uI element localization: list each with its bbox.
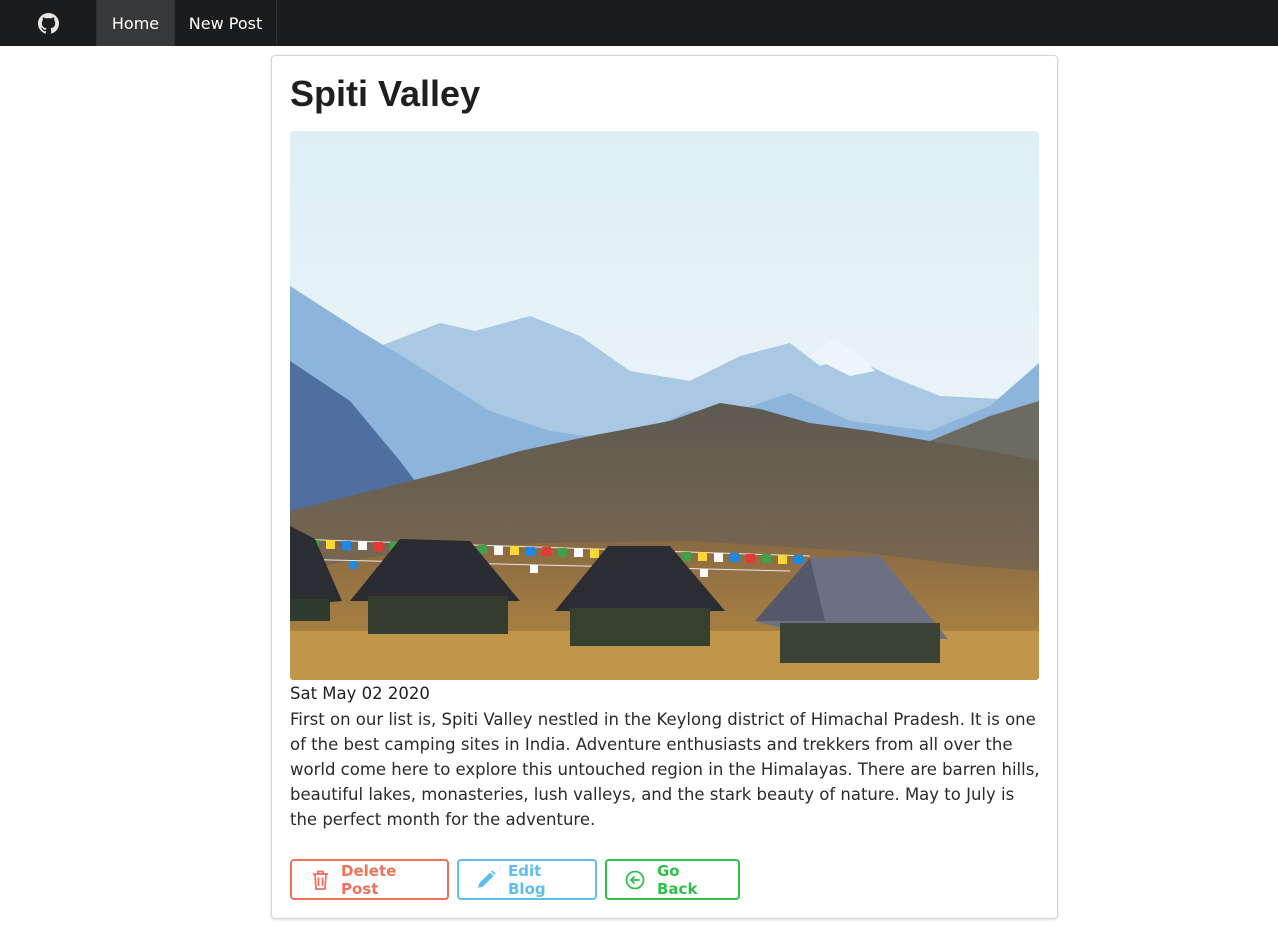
post-body: First on our list is, Spiti Valley nestl… (290, 710, 1040, 829)
edit-blog-button[interactable]: Edit Blog (457, 859, 597, 900)
camping-landscape-image (290, 131, 1039, 680)
nav-home[interactable]: Home (97, 0, 175, 46)
nav-home-label: Home (111, 13, 160, 33)
github-link[interactable] (0, 0, 97, 46)
delete-post-button[interactable]: Delete Post (290, 859, 449, 900)
trash-icon (313, 870, 328, 890)
post-actions: Delete Post Edit Blog Go Back (290, 859, 740, 900)
nav-new-post[interactable]: New Post (175, 0, 277, 46)
github-icon (37, 12, 59, 33)
post-title: Spiti Valley (290, 73, 481, 114)
pencil-icon (478, 870, 496, 888)
nav-new-post-label: New Post (188, 13, 263, 33)
go-back-button[interactable]: Go Back (605, 859, 740, 900)
edit-blog-label: Edit Blog (508, 861, 546, 898)
arrow-circle-left-icon (625, 870, 645, 889)
delete-post-label: Delete Post (341, 861, 397, 898)
top-navbar: Home New Post (0, 0, 1278, 46)
post-card: Spiti Valley Sat May 02 2020 First on ou… (271, 55, 1058, 919)
go-back-label: Go Back (657, 861, 698, 898)
post-image (290, 131, 1039, 680)
post-date: Sat May 02 2020 (290, 684, 430, 703)
